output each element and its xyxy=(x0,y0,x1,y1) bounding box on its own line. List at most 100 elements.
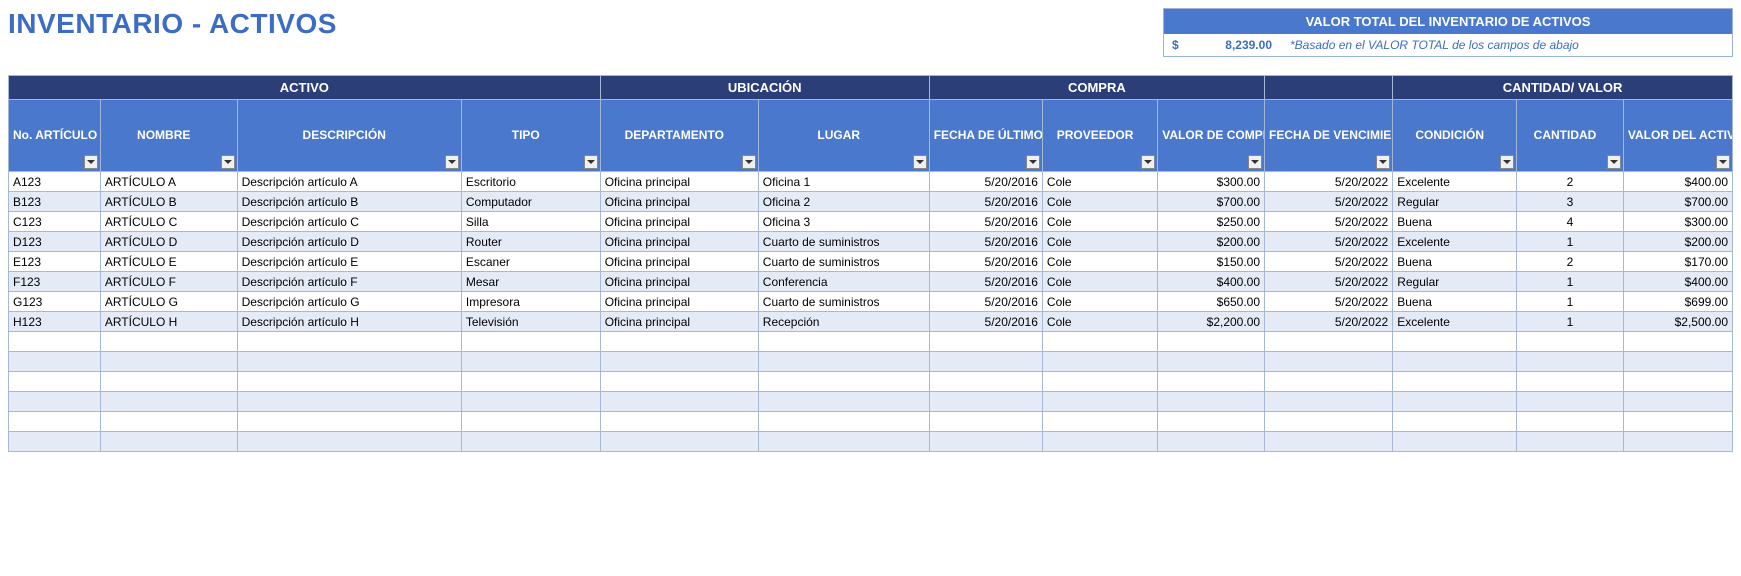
cell-prov[interactable]: Cole xyxy=(1042,272,1157,292)
cell-empty[interactable] xyxy=(1623,332,1732,352)
cell-id[interactable]: G123 xyxy=(9,292,101,312)
cell-id[interactable]: B123 xyxy=(9,192,101,212)
cell-empty[interactable] xyxy=(1393,332,1517,352)
cell-price[interactable]: $200.00 xyxy=(1158,232,1265,252)
table-row[interactable]: G123ARTÍCULO GDescripción artículo GImpr… xyxy=(9,292,1733,312)
cell-desc[interactable]: Descripción artículo G xyxy=(237,292,461,312)
cell-loc[interactable]: Cuarto de suministros xyxy=(758,292,929,312)
cell-prov[interactable]: Cole xyxy=(1042,172,1157,192)
cell-empty[interactable] xyxy=(461,412,600,432)
cell-empty[interactable] xyxy=(1158,372,1265,392)
cell-type[interactable]: Impresora xyxy=(461,292,600,312)
cell-loc[interactable]: Oficina 1 xyxy=(758,172,929,192)
cell-type[interactable]: Computador xyxy=(461,192,600,212)
cell-empty[interactable] xyxy=(1393,432,1517,452)
cell-empty[interactable] xyxy=(1393,412,1517,432)
filter-button[interactable] xyxy=(84,155,98,169)
cell-empty[interactable] xyxy=(1623,412,1732,432)
cell-id[interactable]: F123 xyxy=(9,272,101,292)
cell-price[interactable]: $400.00 xyxy=(1158,272,1265,292)
cell-val[interactable]: $170.00 xyxy=(1623,252,1732,272)
cell-empty[interactable] xyxy=(758,372,929,392)
cell-cond[interactable]: Excelente xyxy=(1393,312,1517,332)
cell-empty[interactable] xyxy=(1517,412,1624,432)
cell-empty[interactable] xyxy=(1517,432,1624,452)
cell-dept[interactable]: Oficina principal xyxy=(600,172,758,192)
cell-val[interactable]: $300.00 xyxy=(1623,212,1732,232)
cell-dept[interactable]: Oficina principal xyxy=(600,252,758,272)
cell-type[interactable]: Televisión xyxy=(461,312,600,332)
cell-cond[interactable]: Excelente xyxy=(1393,232,1517,252)
cell-empty[interactable] xyxy=(1265,352,1393,372)
cell-val[interactable]: $200.00 xyxy=(1623,232,1732,252)
cell-loc[interactable]: Cuarto de suministros xyxy=(758,252,929,272)
cell-type[interactable]: Router xyxy=(461,232,600,252)
cell-empty[interactable] xyxy=(929,332,1042,352)
cell-empty[interactable] xyxy=(929,432,1042,452)
cell-empty[interactable] xyxy=(9,392,101,412)
cell-empty[interactable] xyxy=(9,372,101,392)
cell-prov[interactable]: Cole xyxy=(1042,232,1157,252)
cell-empty[interactable] xyxy=(1042,372,1157,392)
cell-id[interactable]: E123 xyxy=(9,252,101,272)
cell-cond[interactable]: Regular xyxy=(1393,272,1517,292)
cell-empty[interactable] xyxy=(9,432,101,452)
cell-empty[interactable] xyxy=(600,352,758,372)
cell-empty[interactable] xyxy=(1158,432,1265,452)
cell-dept[interactable]: Oficina principal xyxy=(600,192,758,212)
cell-type[interactable]: Silla xyxy=(461,212,600,232)
filter-button[interactable] xyxy=(1607,155,1621,169)
cell-empty[interactable] xyxy=(600,372,758,392)
cell-empty[interactable] xyxy=(1265,332,1393,352)
cell-empty[interactable] xyxy=(237,432,461,452)
table-row-empty[interactable] xyxy=(9,392,1733,412)
cell-qty[interactable]: 1 xyxy=(1517,312,1624,332)
table-row[interactable]: E123ARTÍCULO EDescripción artículo EEsca… xyxy=(9,252,1733,272)
table-row[interactable]: C123ARTÍCULO CDescripción artículo CSill… xyxy=(9,212,1733,232)
table-row-empty[interactable] xyxy=(9,412,1733,432)
cell-empty[interactable] xyxy=(1623,392,1732,412)
table-row[interactable]: D123ARTÍCULO DDescripción artículo DRout… xyxy=(9,232,1733,252)
cell-warr[interactable]: 5/20/2022 xyxy=(1265,192,1393,212)
cell-type[interactable]: Escritorio xyxy=(461,172,600,192)
cell-date[interactable]: 5/20/2016 xyxy=(929,192,1042,212)
cell-loc[interactable]: Recepción xyxy=(758,312,929,332)
cell-date[interactable]: 5/20/2016 xyxy=(929,172,1042,192)
cell-empty[interactable] xyxy=(758,412,929,432)
filter-button[interactable] xyxy=(742,155,756,169)
cell-empty[interactable] xyxy=(461,352,600,372)
cell-qty[interactable]: 1 xyxy=(1517,292,1624,312)
cell-warr[interactable]: 5/20/2022 xyxy=(1265,272,1393,292)
cell-empty[interactable] xyxy=(1042,352,1157,372)
table-row[interactable]: B123ARTÍCULO BDescripción artículo BComp… xyxy=(9,192,1733,212)
table-row[interactable]: A123ARTÍCULO ADescripción artículo AEscr… xyxy=(9,172,1733,192)
cell-empty[interactable] xyxy=(758,332,929,352)
cell-empty[interactable] xyxy=(600,392,758,412)
cell-id[interactable]: D123 xyxy=(9,232,101,252)
cell-empty[interactable] xyxy=(9,412,101,432)
cell-empty[interactable] xyxy=(1158,352,1265,372)
cell-empty[interactable] xyxy=(1042,332,1157,352)
cell-desc[interactable]: Descripción artículo H xyxy=(237,312,461,332)
cell-qty[interactable]: 4 xyxy=(1517,212,1624,232)
cell-date[interactable]: 5/20/2016 xyxy=(929,312,1042,332)
cell-empty[interactable] xyxy=(600,412,758,432)
cell-empty[interactable] xyxy=(1393,392,1517,412)
cell-date[interactable]: 5/20/2016 xyxy=(929,252,1042,272)
filter-button[interactable] xyxy=(1141,155,1155,169)
cell-name[interactable]: ARTÍCULO A xyxy=(100,172,237,192)
cell-qty[interactable]: 3 xyxy=(1517,192,1624,212)
cell-empty[interactable] xyxy=(1623,352,1732,372)
cell-name[interactable]: ARTÍCULO E xyxy=(100,252,237,272)
cell-qty[interactable]: 1 xyxy=(1517,272,1624,292)
filter-button[interactable] xyxy=(221,155,235,169)
cell-empty[interactable] xyxy=(100,432,237,452)
cell-empty[interactable] xyxy=(1517,392,1624,412)
cell-desc[interactable]: Descripción artículo D xyxy=(237,232,461,252)
cell-desc[interactable]: Descripción artículo F xyxy=(237,272,461,292)
cell-warr[interactable]: 5/20/2022 xyxy=(1265,172,1393,192)
cell-empty[interactable] xyxy=(1517,332,1624,352)
cell-empty[interactable] xyxy=(758,352,929,372)
filter-button[interactable] xyxy=(1026,155,1040,169)
cell-loc[interactable]: Cuarto de suministros xyxy=(758,232,929,252)
